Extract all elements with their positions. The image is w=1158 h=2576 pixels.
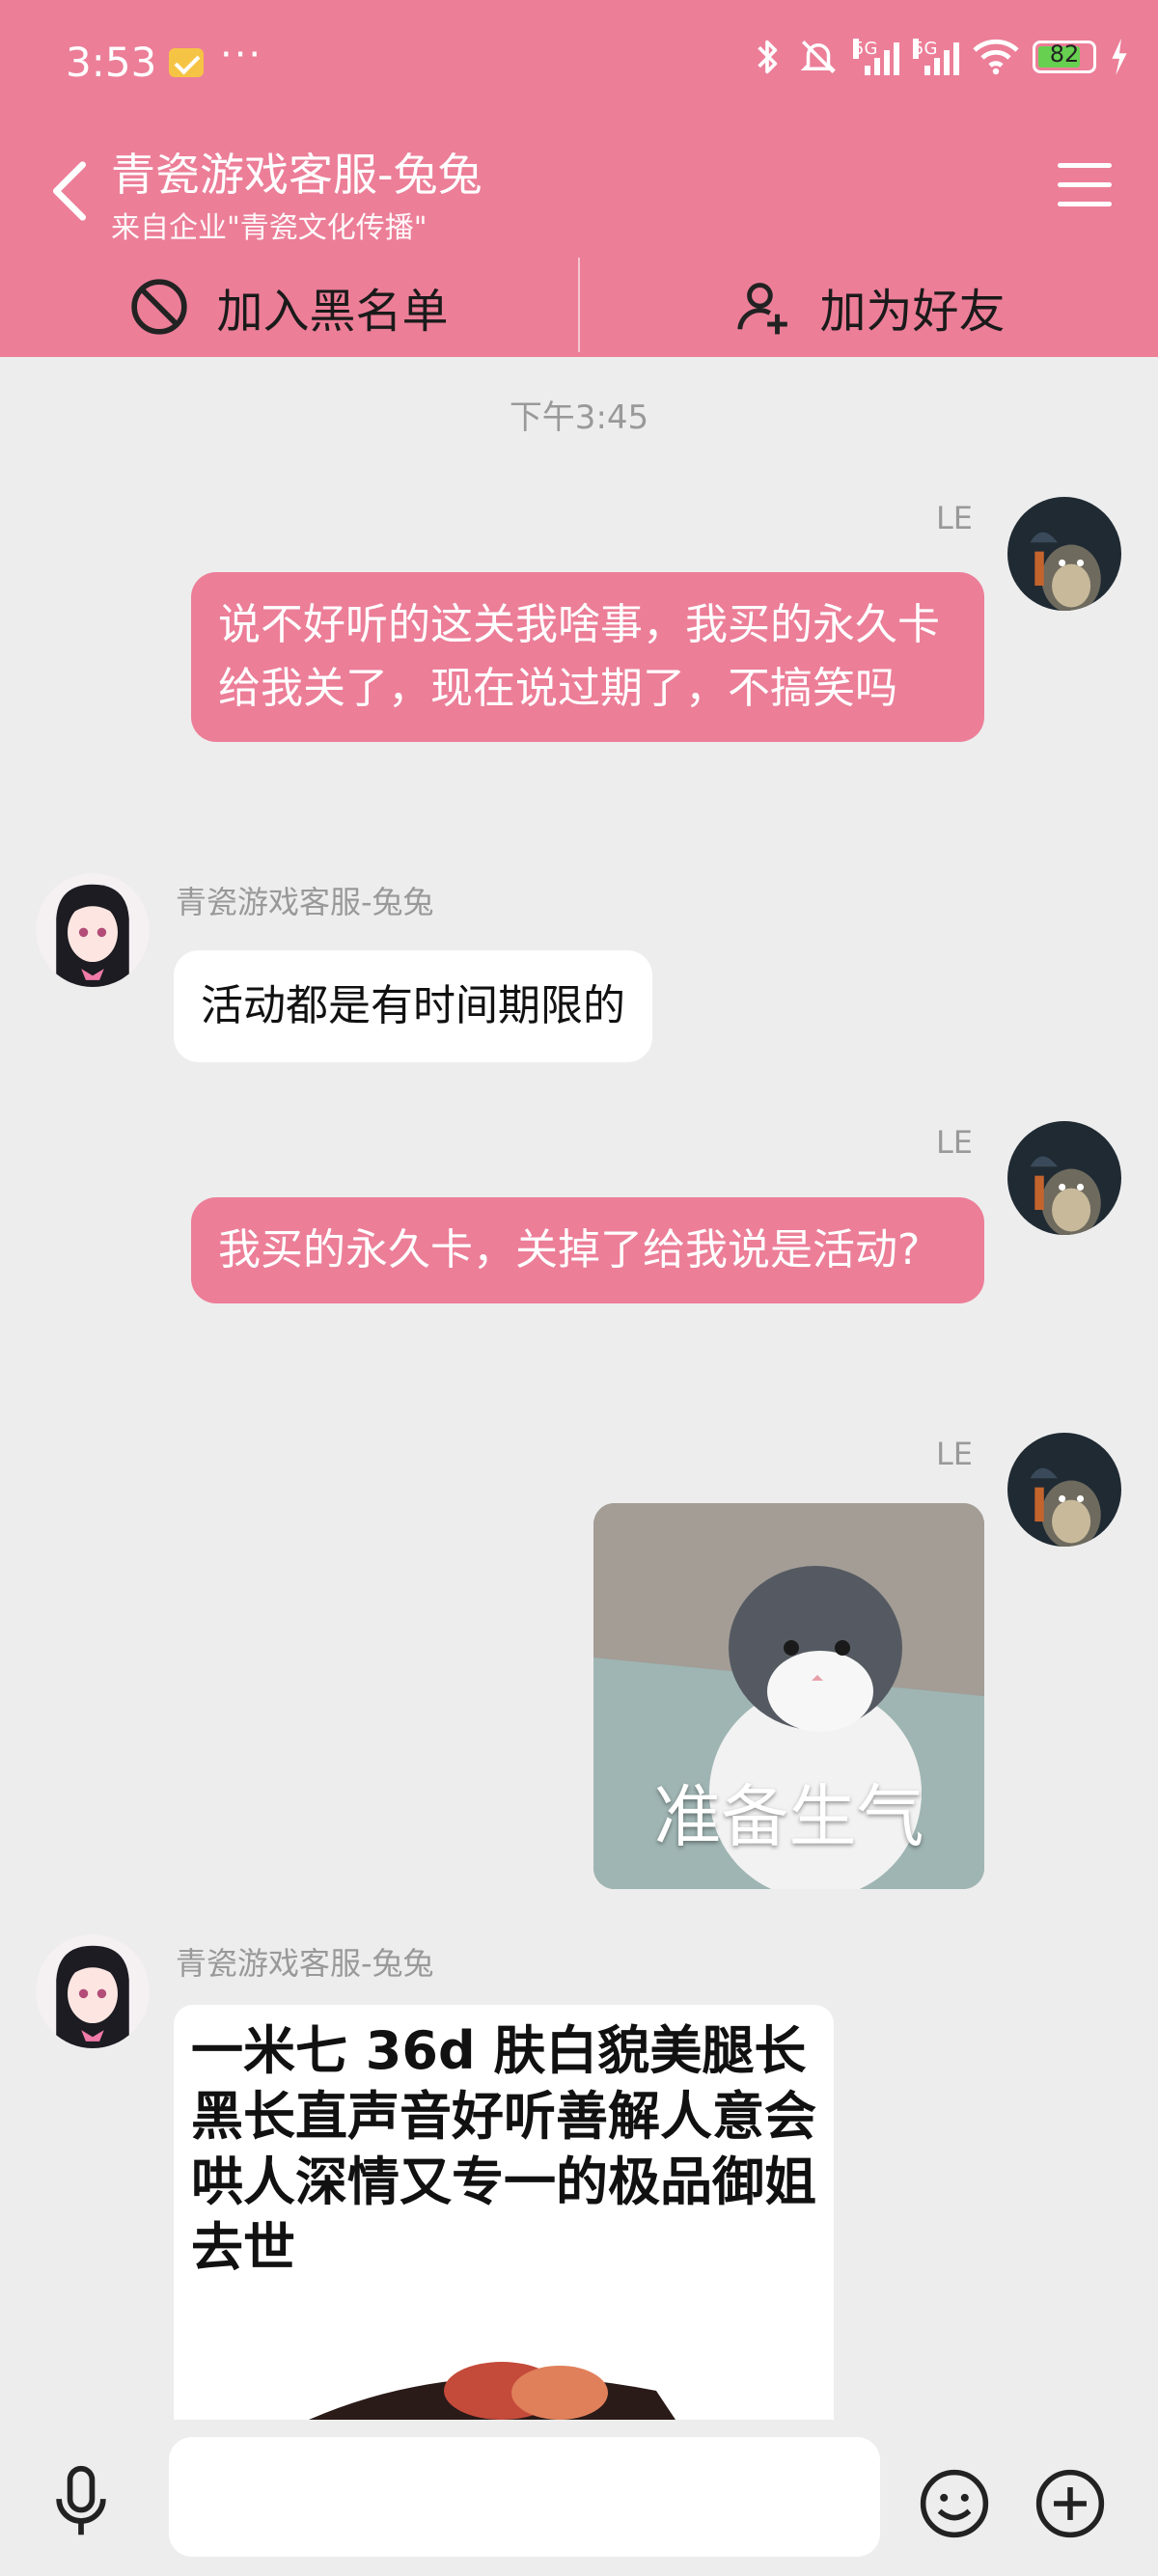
avatar[interactable] [1007, 497, 1121, 611]
add-to-blacklist-button[interactable]: 加入黑名单 [0, 256, 578, 357]
blacklist-label: 加入黑名单 [216, 284, 449, 339]
status-bar: 3:53 ··· 5G 5G 82 [0, 0, 1158, 130]
add-friend-label: 加为好友 [819, 284, 1006, 339]
cellular-signal-icon: 5G [853, 39, 899, 75]
sender-name: LE [935, 500, 973, 536]
battery-level: 82 [1049, 41, 1080, 68]
mute-bell-icon [800, 41, 837, 73]
totoro-avatar-image [1007, 1433, 1121, 1547]
message-bubble[interactable]: 说不好听的这关我啥事，我买的永久卡给我关了，现在说过期了，不搞笑吗 [191, 572, 984, 742]
charging-icon [1112, 39, 1127, 75]
meme-picture [309, 2362, 676, 2420]
avatar[interactable] [1007, 1121, 1121, 1235]
message-bubble[interactable]: 我买的永久卡，关掉了给我说是活动? [191, 1197, 984, 1303]
cat-sticker[interactable]: 准备生气 [593, 1503, 984, 1889]
avatar[interactable] [36, 1934, 150, 2048]
anime-girl-avatar-image [36, 1934, 150, 2048]
totoro-avatar-image [1007, 497, 1121, 611]
chat-header: 青瓷游戏客服-兔兔 来自企业"青瓷文化传播" [0, 130, 1158, 256]
totoro-avatar-image [1007, 1121, 1121, 1235]
avatar[interactable] [36, 873, 150, 987]
message-bubble[interactable]: 活动都是有时间期限的 [174, 950, 652, 1062]
wifi-icon [973, 39, 1019, 75]
contact-action-bar: 加入黑名单 加为好友 [0, 256, 1158, 357]
sender-name: 青瓷游戏客服-兔兔 [176, 884, 434, 920]
chat-title: 青瓷游戏客服-兔兔 [111, 149, 482, 201]
plus-icon[interactable] [1034, 2468, 1106, 2539]
emoji-icon[interactable] [919, 2468, 990, 2539]
status-time: 3:53 [66, 39, 157, 86]
chat-subtitle: 来自企业"青瓷文化传播" [111, 211, 427, 245]
bluetooth-icon [758, 40, 778, 74]
microphone-icon[interactable] [46, 2463, 116, 2540]
meme-caption: 一米七 36d 肤白貌美腿长黑长直声音好听善解人意会哄人深情又专一的极品御姐去世 [191, 2020, 816, 2278]
sender-name: LE [935, 1124, 973, 1161]
cellular-signal-icon-2: 5G [913, 39, 959, 75]
message-input[interactable] [169, 2437, 880, 2557]
message-timestamp: 下午3:45 [509, 398, 649, 437]
anime-girl-avatar-image [36, 873, 150, 987]
meme-image-message[interactable]: 一米七 36d 肤白貌美腿长黑长直声音好听善解人意会哄人深情又专一的极品御姐去世 [174, 2005, 834, 2420]
more-notifications-icon: ··· [220, 33, 263, 77]
menu-icon[interactable] [1058, 163, 1112, 211]
sticker-caption: 准备生气 [653, 1777, 924, 1856]
block-icon [131, 278, 188, 335]
chat-input-bar [0, 2420, 1158, 2576]
sender-name: 青瓷游戏客服-兔兔 [176, 1945, 434, 1982]
add-user-icon [737, 282, 788, 334]
back-arrow-icon[interactable] [41, 157, 98, 225]
sender-name: LE [935, 1436, 973, 1472]
avatar[interactable] [1007, 1433, 1121, 1547]
add-friend-button[interactable]: 加为好友 [580, 256, 1158, 357]
battery-icon: 82 [1033, 41, 1096, 73]
mail-notification-icon [169, 48, 204, 77]
